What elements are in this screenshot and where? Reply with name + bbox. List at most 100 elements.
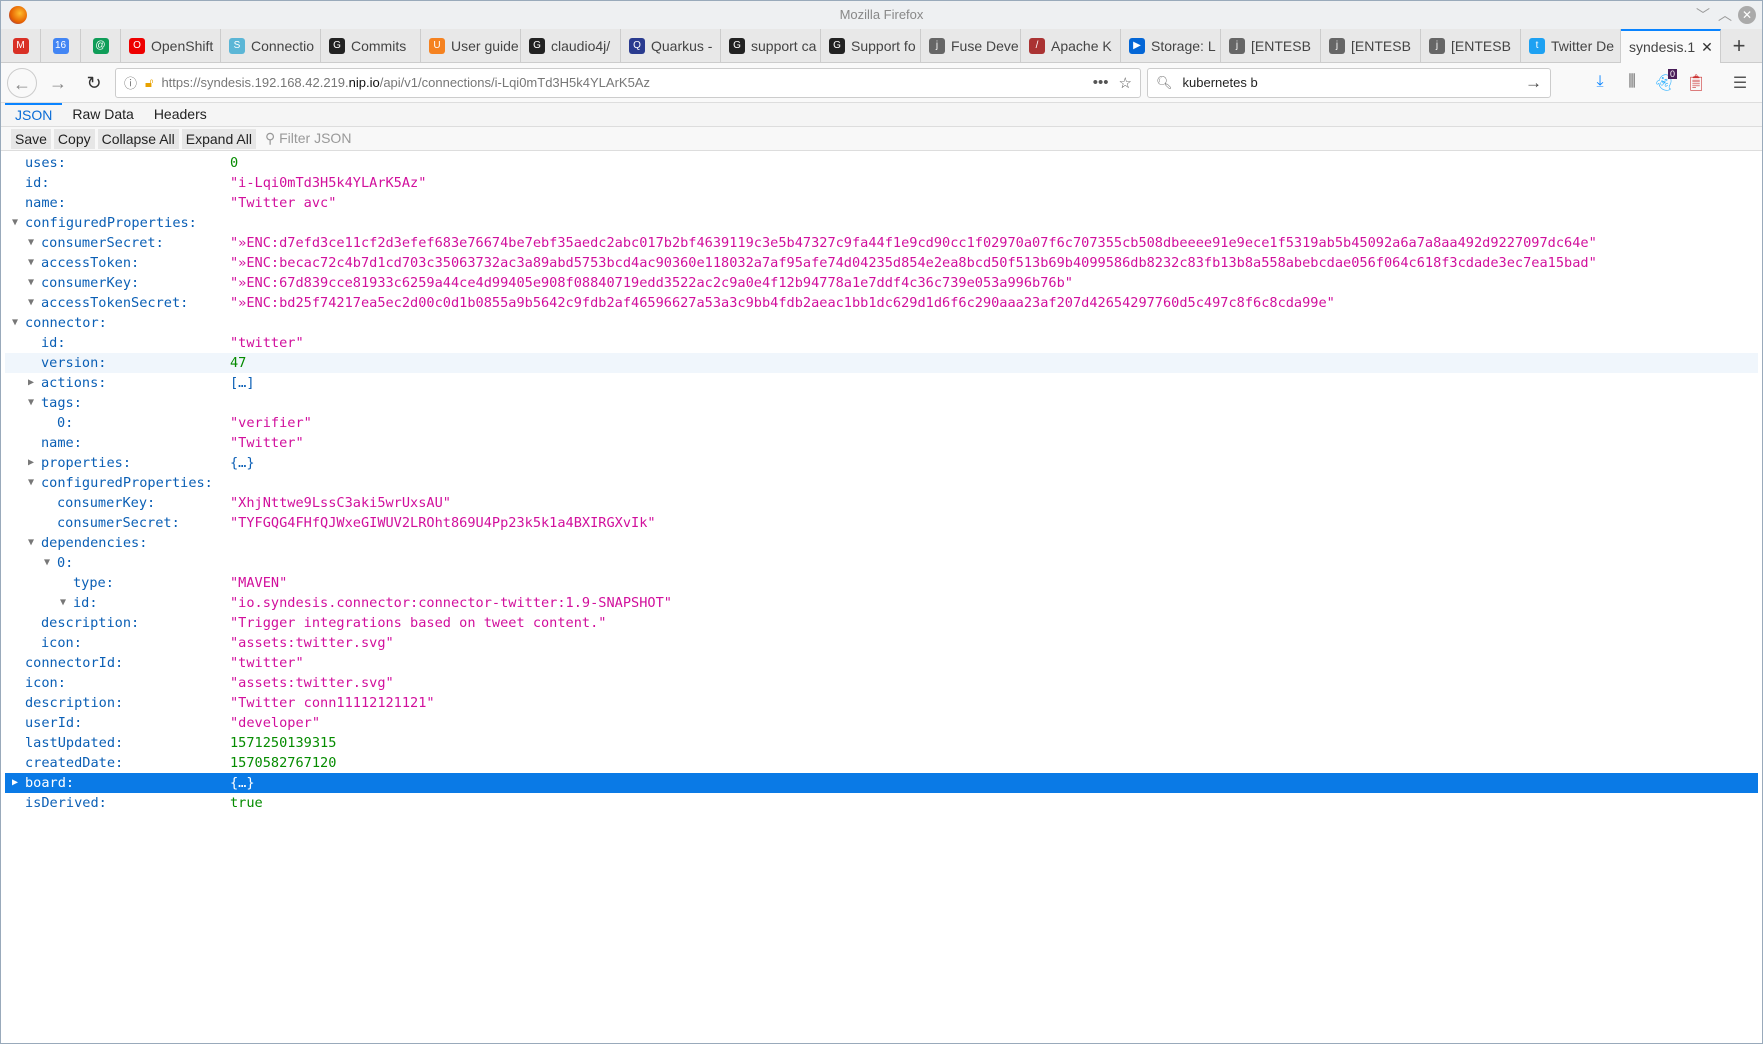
expanded-triangle-icon[interactable]: ▼ [9,213,21,233]
expanded-triangle-icon[interactable]: ▼ [25,273,37,293]
json-row[interactable]: connectorId: "twitter" [5,653,1758,673]
close-tab-icon[interactable]: ✕ [1701,39,1713,56]
json-row[interactable]: description: "Twitter conn11112121121" [5,693,1758,713]
browser-tab[interactable]: / Apache K [1021,29,1121,63]
json-row[interactable]: ▼ id: "io.syndesis.connector:connector-twi… [5,593,1758,613]
json-row[interactable]: ▼ 0: [5,553,1758,573]
json-row[interactable]: name: "Twitter avc" [5,193,1758,213]
json-row[interactable]: consumerKey: "XhjNttwe9LssC3aki5wrUxsAU" [5,493,1758,513]
forward-button[interactable]: → [43,68,73,98]
json-row[interactable]: ▼ configuredProperties: [5,213,1758,233]
browser-tab[interactable]: Gsupport ca [721,29,821,63]
json-row[interactable]: createdDate: 1570582767120 [5,753,1758,773]
new-tab-button[interactable]: + [1721,29,1757,62]
maximize-icon[interactable]: ︿ [1718,1,1732,29]
json-row[interactable]: id: "twitter" [5,333,1758,353]
json-row[interactable]: description: "Trigger integrations based … [5,613,1758,633]
json-row[interactable]: id: "i-Lqi0mTd3H5k4YLArK5Az" [5,173,1758,193]
json-row[interactable]: ▼ dependencies: [5,533,1758,553]
json-row[interactable]: userId: "developer" [5,713,1758,733]
expanded-triangle-icon[interactable]: ▼ [41,553,53,573]
collapse-all-button[interactable]: Collapse All [97,128,179,149]
expanded-triangle-icon[interactable]: ▼ [25,253,37,273]
url-bar[interactable]: ⓘ 🔓︎ https://syndesis.192.168.42.219.nip… [115,67,1141,98]
expanded-triangle-icon[interactable]: ▼ [25,233,37,253]
browser-tab[interactable]: M [1,29,41,63]
json-row[interactable]: lastUpdated: 1571250139315 [5,733,1758,753]
browser-tab[interactable]: syndesis.1 ✕ [1621,29,1721,63]
filter-json-input[interactable]: ⚲ Filter JSON [265,130,352,147]
bookmark-star-icon[interactable]: ☆ [1119,74,1132,92]
save-button[interactable]: Save [11,128,51,149]
search-input[interactable]: kubernetes b [1183,75,1258,90]
info-icon[interactable]: ⓘ [124,73,137,92]
downloads-icon[interactable]: ⤓ [1587,73,1613,93]
json-row[interactable]: ▼ accessTokenSecret: "»ENC:bd25f74217ea5ec… [5,293,1758,313]
browser-tab[interactable]: t Twitter De [1521,29,1621,63]
tab-json[interactable]: JSON [5,103,63,126]
json-key: 0: [57,415,74,431]
json-row[interactable]: version: 47 [5,353,1758,373]
browser-tab[interactable]: 16 [41,29,81,63]
browser-tab[interactable]: G Commits [321,29,421,63]
json-key: connector: [25,315,107,331]
search-bar[interactable]: 🔍︎ kubernetes b → [1147,67,1551,98]
browser-tab[interactable]: S Connectio [221,29,321,63]
json-key: createdDate: [25,755,124,771]
collapsed-triangle-icon[interactable]: ▶ [9,773,21,793]
library-icon[interactable]: ⫼ [1619,73,1645,93]
minimize-icon[interactable]: ﹀ [1696,1,1710,29]
browser-tab[interactable]: G Support fo [821,29,921,63]
browser-tab[interactable]: U User guide [421,29,521,63]
browser-tab[interactable]: j [ENTESB [1421,29,1521,63]
search-go-icon[interactable]: → [1525,73,1542,93]
expanded-triangle-icon[interactable]: ▼ [25,393,37,413]
browser-tab[interactable]: Gclaudio4j/ [521,29,621,63]
tab-raw-data[interactable]: Raw Data [62,103,143,126]
tab-label: claudio4j/ [551,38,611,54]
json-row[interactable]: name: "Twitter" [5,433,1758,453]
json-row[interactable]: icon: "assets:twitter.svg" [5,673,1758,693]
reload-button[interactable]: ↻ [79,68,109,98]
json-row[interactable]: ▶ properties: {…} [5,453,1758,473]
json-row[interactable]: ▶ actions: […] [5,373,1758,393]
expand-all-button[interactable]: Expand All [181,128,256,149]
page-actions-icon[interactable]: ••• [1093,74,1109,92]
close-window-icon[interactable]: ✕ [1738,6,1756,24]
expanded-triangle-icon[interactable]: ▼ [25,533,37,553]
expanded-triangle-icon[interactable]: ▼ [57,593,69,613]
json-row[interactable]: ▼ tags: [5,393,1758,413]
json-row[interactable]: ▶ board: {…} [5,773,1758,793]
menu-icon[interactable]: ☰ [1727,73,1753,93]
ghostery-icon[interactable]: 👻︎ 0 [1651,68,1677,93]
json-row[interactable]: ▼ configuredProperties: [5,473,1758,493]
expanded-triangle-icon[interactable]: ▼ [25,293,37,313]
json-row[interactable]: ▼ connector: [5,313,1758,333]
expanded-triangle-icon[interactable]: ▼ [25,473,37,493]
browser-tab[interactable]: Q Quarkus - [621,29,721,63]
json-row[interactable]: type: "MAVEN" [5,573,1758,593]
json-row[interactable]: icon: "assets:twitter.svg" [5,633,1758,653]
json-row[interactable]: ▼ accessToken: "»ENC:becac72c4b7d1cd703c35… [5,253,1758,273]
back-button[interactable]: ← [7,67,37,98]
clipboard-icon[interactable]: 📋︎ [1683,73,1709,93]
copy-button[interactable]: Copy [53,128,95,149]
json-row[interactable]: consumerSecret: "TYFGQG4FHfQJWxeGIWUV2LRO… [5,513,1758,533]
json-row[interactable]: ▼ consumerSecret: "»ENC:d7efd3ce11cf2d3efe… [5,233,1758,253]
browser-tab[interactable]: j [ENTESB [1321,29,1421,63]
collapsed-triangle-icon[interactable]: ▶ [25,453,37,473]
json-value: "Trigger integrations based on tweet con… [230,615,607,631]
collapsed-triangle-icon[interactable]: ▶ [25,373,37,393]
json-row[interactable]: ▼ consumerKey: "»ENC:67d839cce81933c6259a4… [5,273,1758,293]
browser-tab[interactable]: j [ENTESB [1221,29,1321,63]
browser-tab[interactable]: ▶ Storage: L [1121,29,1221,63]
browser-tab[interactable]: @ [81,29,121,63]
json-row[interactable]: isDerived: true [5,793,1758,813]
insecure-lock-icon[interactable]: 🔓︎ [145,75,153,91]
browser-tab[interactable]: j Fuse Deve [921,29,1021,63]
json-row[interactable]: uses: 0 [5,153,1758,173]
json-row[interactable]: 0: "verifier" [5,413,1758,433]
tab-headers[interactable]: Headers [144,103,217,126]
expanded-triangle-icon[interactable]: ▼ [9,313,21,333]
browser-tab[interactable]: O OpenShift [121,29,221,63]
